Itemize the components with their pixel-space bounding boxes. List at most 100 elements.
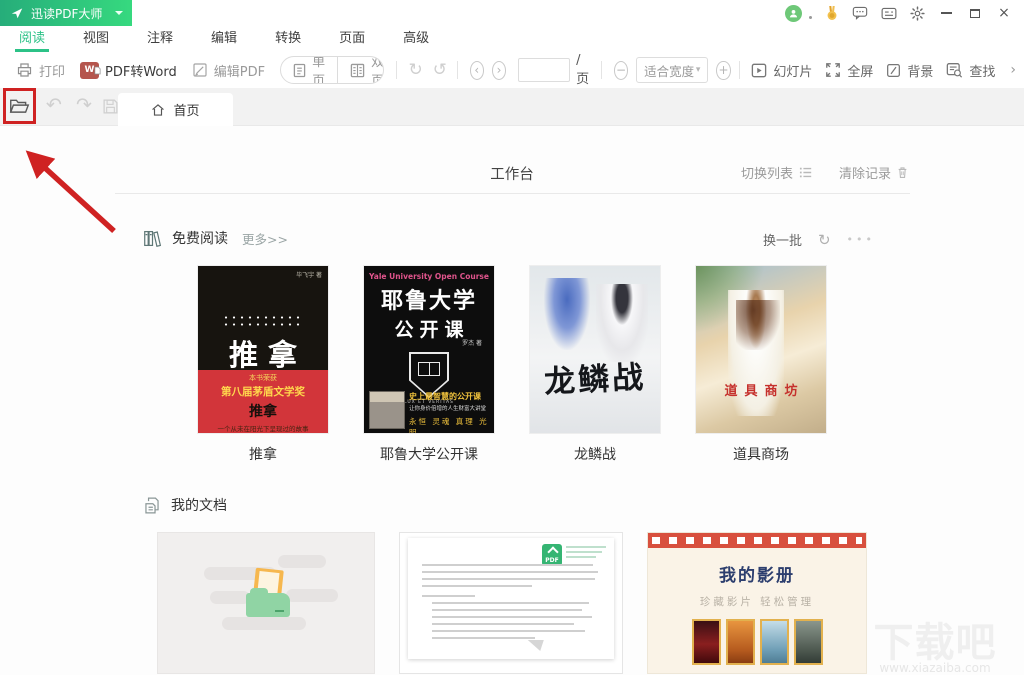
movie-poster [726,619,755,665]
workspace-content: 工作台 切换列表 清除记录 免费阅读 更多>> 换一批 ↻ •• [0,126,1024,675]
next-page-button[interactable]: › [492,61,506,80]
refresh-icon[interactable]: ↻ [818,231,831,249]
settings-gear-icon[interactable] [910,6,925,21]
find-button[interactable]: 查找 [946,61,995,80]
annotation-text-art [566,546,608,561]
tab-edit[interactable]: 编辑 [210,27,238,52]
cloud-art [286,589,338,602]
site-watermark: 下载吧 www.xiazaiba.com [850,621,1020,675]
zoom-in-button[interactable]: + [716,61,730,80]
free-reading-title: 免费阅读 [172,228,228,248]
word-doc-icon: W [80,62,99,79]
album-posters [648,619,866,665]
page-fold-art [524,640,544,651]
documents-icon [143,496,161,515]
slideshow-button[interactable]: 幻灯片 [751,61,812,80]
fullscreen-button[interactable]: 全屏 [825,61,873,80]
double-page-icon [350,63,365,78]
cover-art-figure [544,278,590,350]
edit-pdf-button[interactable]: 编辑PDF [192,61,265,80]
rotate-left-icon[interactable]: ↺ [433,62,447,79]
save-button[interactable] [102,98,119,115]
tab-view[interactable]: 视图 [82,27,110,52]
document-card-album[interactable]: 我的影册 珍藏影片 轻松管理 [647,532,867,674]
background-button[interactable]: 背景 [886,61,933,80]
more-options-icon[interactable]: ••• [847,233,875,246]
tab-annotate[interactable]: 注释 [146,27,174,52]
annotation-arrow [8,138,133,243]
app-title: 迅读PDF大师 [31,5,102,22]
tab-page[interactable]: 页面 [338,27,366,52]
zoom-out-button[interactable]: − [614,61,628,80]
empty-state-folder-art [246,593,290,617]
ribbon-tabs: 阅读 视图 注释 编辑 转换 页面 高级 [0,26,1024,52]
book-cover-title: 推拿 [198,332,328,374]
pdf-badge: PDF [542,544,562,566]
fullscreen-icon [825,62,841,78]
rotate-right-icon[interactable]: ↻ [408,62,422,79]
minimize-button[interactable] [938,5,954,21]
user-avatar-icon[interactable] [785,5,802,22]
cloud-art [210,591,250,604]
app-menu-caret-icon[interactable] [115,11,123,15]
app-badge[interactable]: 迅读PDF大师 [0,0,132,26]
book-card-longlinzhan[interactable]: 龙鳞战 龙鳞战 [530,266,660,464]
toolbar-divider [396,61,397,79]
single-page-icon [293,63,306,78]
page-layout-toggle: 单页 双页 [280,56,384,84]
avatar-status-dot [809,16,812,19]
book-cover-daojushangchang: 道具商坊 [696,266,826,433]
home-icon [151,103,165,117]
zoom-mode-select[interactable]: 适合宽度 ▾ [636,57,708,83]
book-card-daojushangchang[interactable]: 道具商坊 道具商场 [696,266,826,464]
tab-home[interactable]: 首页 [118,93,233,126]
save-floppy-icon [102,98,119,115]
books-icon [143,229,162,248]
tab-advanced[interactable]: 高级 [402,27,430,52]
pdf-to-word-button[interactable]: W PDF转Word [80,61,177,80]
refresh-batch-button[interactable]: 换一批 [763,230,802,249]
chevron-down-icon: ▾ [696,65,701,75]
document-text-art [422,564,600,644]
document-card-pdf[interactable]: PDF [399,532,623,674]
toolbar-overflow-button[interactable]: › [1010,62,1016,78]
free-reading-header: 免费阅读 更多>> [143,228,288,248]
title-bar: 迅读PDF大师 × [0,0,1024,26]
toolbar-divider [457,61,458,79]
book-card-tuina[interactable]: 毕飞宇 著 推拿 本书荣获 第八届茅盾文学奖 推拿 一个从未在阳光下呈现过的故事… [198,266,328,464]
app-logo-icon [10,6,24,20]
book-card-yale[interactable]: Yale University Open Course 耶鲁大学 公开课 罗杰 … [364,266,494,464]
movie-poster [692,619,721,665]
print-button[interactable]: 打印 [16,61,65,80]
feedback-icon[interactable] [881,7,897,20]
cover-art-hair [736,300,780,350]
page-number-input[interactable] [518,58,570,82]
search-doc-icon [946,62,963,78]
clear-records-button[interactable]: 清除记录 [839,163,908,182]
book-cover-tuina: 毕飞宇 著 推拿 本书荣获 第八届茅盾文学奖 推拿 一个从未在阳光下呈现过的故事 [198,266,328,433]
list-view-icon [799,166,813,179]
tab-read[interactable]: 阅读 [18,27,46,52]
tab-convert[interactable]: 转换 [274,27,302,52]
free-reading-more-link[interactable]: 更多>> [242,229,288,248]
single-page-button[interactable]: 单页 [281,57,338,83]
book-cover-title: 道具商坊 [696,380,826,399]
maximize-button[interactable] [967,5,983,21]
movie-poster [760,619,789,665]
switch-list-button[interactable]: 切换列表 [741,163,813,182]
prev-page-button[interactable]: ‹ [470,61,484,80]
double-page-button[interactable]: 双页 [338,57,384,83]
message-icon[interactable] [852,6,868,20]
film-strip-art [648,533,866,548]
vip-medal-icon[interactable] [825,6,839,21]
redo-button[interactable]: ↷ [76,96,92,115]
undo-button[interactable]: ↶ [46,96,62,115]
printer-icon [16,62,33,78]
document-tabstrip: ↶ ↷ 首页 [0,88,1024,126]
free-reading-books: 毕飞宇 著 推拿 本书荣获 第八届茅盾文学奖 推拿 一个从未在阳光下呈现过的故事… [198,266,826,464]
free-reading-actions: 换一批 ↻ ••• [763,230,875,249]
close-button[interactable]: × [996,5,1012,21]
document-card-empty[interactable] [157,532,375,674]
page-unit-label: /页 [576,53,589,87]
toolbar-right-group: 幻灯片 全屏 背景 查找 › [751,61,1016,80]
